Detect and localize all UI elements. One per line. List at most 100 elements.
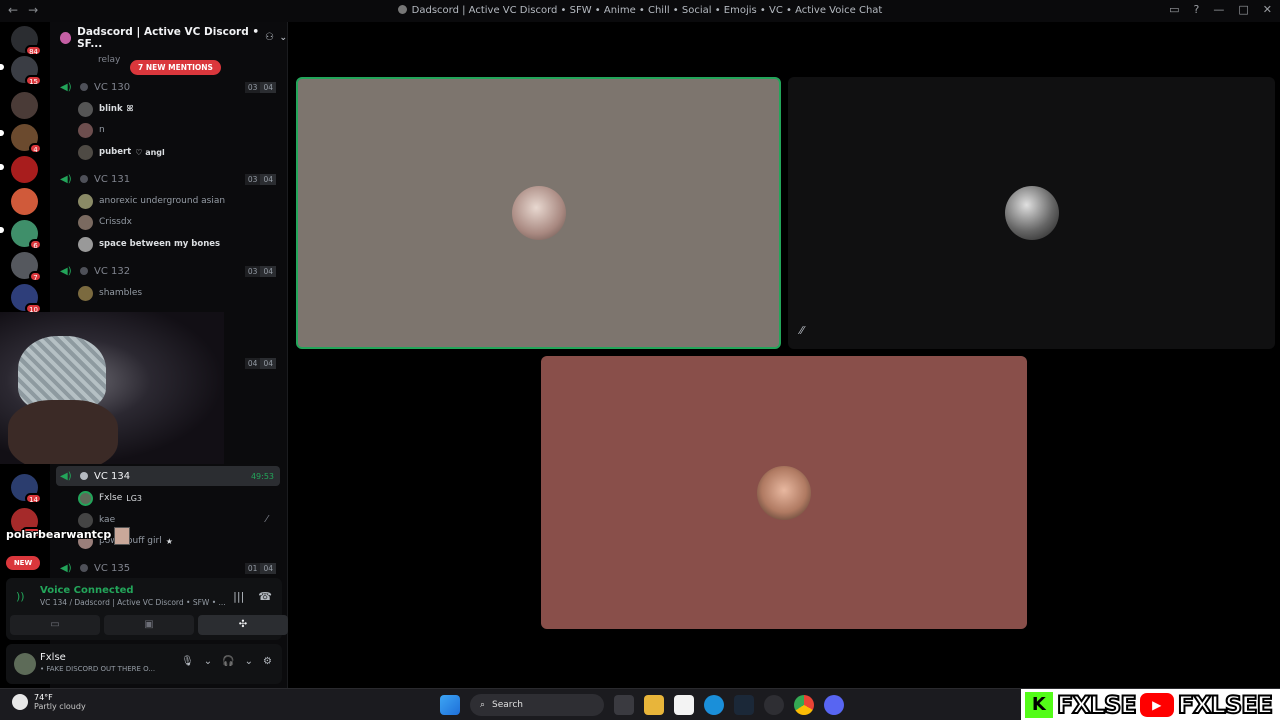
video-tile[interactable]: ⁄⁄ bbox=[788, 77, 1275, 349]
user-panel: Fxlse • FAKE DISCORD OUT THERE O... 🎙 ⌄ … bbox=[6, 644, 282, 684]
unread-pill bbox=[0, 130, 4, 136]
unread-pill bbox=[0, 227, 4, 233]
channel-name: VC 132 bbox=[94, 265, 131, 277]
activities-button[interactable]: ✣ bbox=[198, 615, 288, 635]
chevron-down-icon[interactable]: ⌄ bbox=[245, 656, 253, 667]
voice-user[interactable]: Crissdx bbox=[78, 213, 132, 231]
camera-button[interactable]: ▭ bbox=[10, 615, 100, 635]
channel-name: VC 131 bbox=[94, 173, 131, 185]
kick-name: FXLSE bbox=[1056, 690, 1138, 720]
username: Fxlse bbox=[40, 652, 66, 663]
youtube-name: FXLSEE bbox=[1177, 690, 1274, 720]
gear-icon[interactable]: ⚙ bbox=[263, 656, 272, 667]
help-icon[interactable]: ? bbox=[1194, 3, 1200, 16]
voice-user[interactable]: kae bbox=[78, 511, 115, 529]
inbox-icon[interactable]: ▭ bbox=[1169, 3, 1179, 16]
close-icon[interactable]: ✕ bbox=[1263, 3, 1272, 16]
voice-actions: ▭ ▣ ✣ bbox=[10, 615, 288, 635]
server-icon-6[interactable]: 6 bbox=[11, 220, 42, 250]
voice-channel-vc134[interactable]: ◀) VC 134 49:53 bbox=[56, 466, 280, 486]
video-tile[interactable] bbox=[541, 356, 1027, 629]
user-limit: 03 04 bbox=[244, 173, 276, 185]
server-icon-8[interactable]: 10 bbox=[11, 284, 42, 314]
noise-suppression-icon[interactable]: ||| bbox=[233, 590, 244, 603]
voice-user[interactable]: blink ꕤ bbox=[78, 100, 133, 118]
video-tile[interactable] bbox=[296, 77, 781, 349]
user-limit: 04 04 bbox=[244, 357, 276, 369]
store-icon[interactable] bbox=[674, 695, 694, 715]
voice-location[interactable]: VC 134 / Dadscord | Active VC Discord • … bbox=[40, 598, 226, 607]
server-icon bbox=[397, 5, 407, 14]
steam-icon[interactable] bbox=[734, 695, 754, 715]
speaker-icon: ◀) bbox=[60, 173, 72, 185]
chevron-down-icon[interactable]: ⌄ bbox=[204, 656, 212, 667]
user-limit: 03 04 bbox=[244, 81, 276, 93]
voice-connected-panel: )) Voice Connected VC 134 / Dadscord | A… bbox=[6, 578, 288, 640]
avatar[interactable] bbox=[14, 653, 36, 675]
new-pill[interactable]: NEW bbox=[6, 556, 40, 570]
server-icon-2[interactable] bbox=[11, 92, 38, 119]
participant-avatar bbox=[511, 186, 566, 240]
temperature: 74°F bbox=[34, 693, 53, 702]
home-discord-icon[interactable]: 84 bbox=[11, 26, 42, 56]
voice-channel-vc132[interactable]: ◀) VC 132 03 04 bbox=[56, 261, 280, 281]
discord-icon[interactable] bbox=[824, 695, 844, 715]
participant-avatar bbox=[1004, 186, 1059, 240]
server-icon-9[interactable]: 14 bbox=[11, 474, 42, 504]
disconnect-icon[interactable]: ☎ bbox=[258, 590, 272, 603]
speaker-icon: ◀) bbox=[60, 81, 72, 93]
server-icon-7[interactable]: 7 bbox=[11, 252, 42, 282]
file-explorer-icon[interactable] bbox=[644, 695, 664, 715]
voice-channel-vc135[interactable]: ◀) VC 135 01 04 bbox=[56, 558, 280, 578]
maximize-icon[interactable]: □ bbox=[1238, 3, 1248, 16]
voice-user[interactable]: Fxlse LG3 bbox=[78, 489, 142, 507]
unread-pill bbox=[0, 64, 4, 70]
weather-widget[interactable]: 74°F Partly cloudy bbox=[12, 693, 86, 711]
server-badge: 6 bbox=[29, 239, 42, 250]
voice-channel-vc130[interactable]: ◀) VC 130 03 04 bbox=[56, 77, 280, 97]
status-dot bbox=[80, 83, 88, 91]
voice-user[interactable]: n bbox=[78, 121, 105, 139]
server-icon-3[interactable]: 4 bbox=[11, 124, 42, 154]
server-icon-4[interactable] bbox=[11, 156, 38, 183]
voice-buttons: ||| ☎ bbox=[233, 590, 272, 603]
server-badge: 7 bbox=[29, 271, 42, 282]
voice-user[interactable]: shambles bbox=[78, 284, 142, 302]
windows-start-icon[interactable] bbox=[440, 695, 460, 715]
avatar bbox=[78, 214, 93, 230]
search-box[interactable]: ⌕ Search bbox=[470, 694, 604, 716]
chevron-down-icon[interactable]: ⌄ bbox=[279, 33, 287, 43]
status-dot bbox=[80, 564, 88, 572]
avatar bbox=[78, 144, 93, 160]
app-icon[interactable] bbox=[764, 695, 784, 715]
server-badge: 4 bbox=[29, 143, 42, 154]
voice-user[interactable]: pubert ♡ angl bbox=[78, 143, 165, 161]
screen-share-button[interactable]: ▣ bbox=[104, 615, 194, 635]
server-name: Dadscord | Active VC Discord • SF... bbox=[77, 26, 260, 50]
new-mentions-pill[interactable]: 7 NEW MENTIONS bbox=[130, 60, 221, 75]
signal-icon[interactable]: )) bbox=[16, 590, 25, 603]
speaker-icon: ◀) bbox=[60, 470, 72, 482]
deafen-icon: ⁄ bbox=[266, 514, 268, 525]
webcam-overlay bbox=[0, 312, 224, 464]
avatar bbox=[78, 193, 93, 209]
headphones-icon[interactable]: 🎧 bbox=[222, 656, 234, 667]
edge-icon[interactable] bbox=[704, 695, 724, 715]
microphone-icon[interactable]: 🎙 bbox=[181, 656, 194, 667]
task-view-icon[interactable] bbox=[614, 695, 634, 715]
channel-name: VC 135 bbox=[94, 562, 131, 574]
server-icon-1[interactable]: 15 bbox=[11, 56, 42, 86]
server-header[interactable]: Dadscord | Active VC Discord • SF... ⌄ ⚇ bbox=[50, 22, 287, 54]
server-icon-5[interactable] bbox=[11, 188, 38, 215]
add-member-icon[interactable]: ⚇ bbox=[265, 32, 277, 44]
participant-avatar bbox=[757, 465, 811, 520]
minimize-icon[interactable]: — bbox=[1213, 3, 1224, 16]
voice-user[interactable]: anorexic underground asian bbox=[78, 192, 225, 210]
voice-channel-vc131[interactable]: ◀) VC 131 03 04 bbox=[56, 169, 280, 189]
voice-user[interactable]: space between my bones bbox=[78, 235, 220, 253]
avatar bbox=[78, 285, 93, 301]
avatar bbox=[78, 512, 93, 528]
speaker-icon: ◀) bbox=[60, 562, 72, 574]
chrome-icon[interactable] bbox=[794, 695, 814, 715]
call-timer: 49:53 bbox=[250, 471, 274, 481]
